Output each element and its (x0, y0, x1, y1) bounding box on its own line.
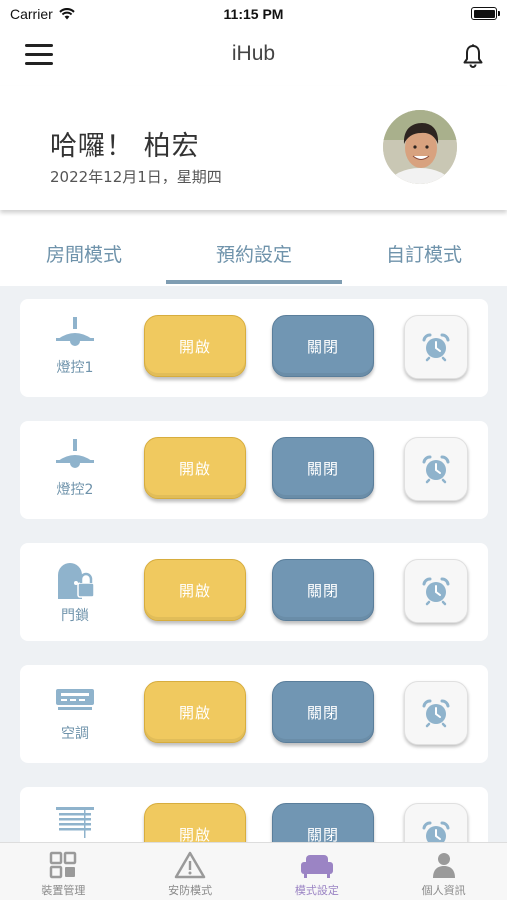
tab-bar: 房間模式 預約設定 自訂模式 (0, 210, 507, 286)
schedule-alarm-button[interactable] (404, 437, 468, 501)
device-grid-icon (50, 851, 77, 879)
schedule-alarm-button[interactable] (404, 315, 468, 379)
device-label: 空調 (61, 726, 89, 742)
greeting-header: 哈囉！ 柏宏 2022年12月1日，星期四 (0, 86, 507, 210)
device-info: 燈控2 (30, 431, 120, 511)
alarm-clock-icon (422, 699, 450, 728)
bottom-tab-label: 個人資訊 (421, 884, 466, 897)
bottom-tab-label: 安防模式 (168, 884, 213, 897)
status-bar: Carrier 11:15 PM (0, 0, 507, 26)
schedule-alarm-button[interactable] (404, 559, 468, 623)
device-info: 空調 (30, 675, 120, 755)
bottom-tab-bar: 裝置管理 安防模式 模式設定 個人資訊 (0, 842, 507, 900)
ceiling-lamp-icon (56, 439, 94, 468)
device-card-curtain: 開啟 關閉 (20, 787, 488, 842)
turn-off-button[interactable]: 關閉 (272, 437, 374, 499)
device-info (30, 797, 120, 842)
turn-off-button[interactable]: 關閉 (272, 681, 374, 743)
tab-custom-mode[interactable]: 自訂模式 (354, 240, 494, 267)
bottom-tab-label: 模式設定 (294, 884, 339, 897)
tab-room-mode[interactable]: 房間模式 (14, 240, 154, 267)
alarm-clock-icon (422, 455, 450, 484)
sofa-icon (300, 855, 333, 878)
alarm-clock-icon (422, 577, 450, 606)
air-conditioner-icon (56, 689, 94, 710)
turn-off-button[interactable]: 關閉 (272, 315, 374, 377)
device-card-light-1: 燈控1 開啟 關閉 (20, 299, 488, 397)
schedule-alarm-button[interactable] (404, 803, 468, 842)
device-schedule-list: 燈控1 開啟 關閉 燈控2 開啟 關閉 門鎖 開啟 關閉 空調 開啟 關閉 開啟… (0, 286, 507, 842)
turn-off-button[interactable]: 關閉 (272, 559, 374, 621)
bottom-tab-device-management[interactable]: 裝置管理 (0, 843, 127, 900)
turn-on-button[interactable]: 開啟 (144, 437, 246, 499)
turn-on-button[interactable]: 開啟 (144, 803, 246, 842)
device-label: 燈控2 (56, 482, 94, 498)
battery-icon (471, 7, 500, 20)
warning-icon (174, 851, 206, 879)
bottom-tab-personal-info[interactable]: 個人資訊 (380, 843, 507, 900)
clock: 11:15 PM (223, 6, 284, 22)
device-info: 燈控1 (30, 309, 120, 389)
device-card-light-2: 燈控2 開啟 關閉 (20, 421, 488, 519)
door-lock-icon (58, 563, 95, 599)
date-text: 2022年12月1日，星期四 (50, 168, 222, 186)
greeting-text: 哈囉！ 柏宏 (50, 131, 200, 162)
schedule-alarm-button[interactable] (404, 681, 468, 745)
turn-off-button[interactable]: 關閉 (272, 803, 374, 842)
turn-on-button[interactable]: 開啟 (144, 559, 246, 621)
bottom-tab-mode-settings[interactable]: 模式設定 (254, 843, 381, 900)
bell-icon[interactable] (461, 43, 485, 69)
device-card-door-lock: 門鎖 開啟 關閉 (20, 543, 488, 641)
curtain-icon (56, 807, 94, 838)
ceiling-lamp-icon (56, 317, 94, 346)
bottom-tab-label: 裝置管理 (41, 884, 86, 897)
tab-schedule-settings[interactable]: 預約設定 (166, 240, 342, 284)
device-card-air-conditioner: 空調 開啟 關閉 (20, 665, 488, 763)
person-icon (432, 853, 455, 878)
app-title: iHub (231, 42, 276, 65)
nav-bar: iHub (0, 26, 507, 86)
device-info: 門鎖 (30, 553, 120, 633)
turn-on-button[interactable]: 開啟 (144, 315, 246, 377)
bottom-tab-security-mode[interactable]: 安防模式 (127, 843, 254, 900)
avatar[interactable] (383, 110, 457, 184)
alarm-clock-icon (422, 333, 450, 362)
device-label: 燈控1 (56, 360, 94, 376)
alarm-clock-icon (422, 821, 450, 842)
turn-on-button[interactable]: 開啟 (144, 681, 246, 743)
device-label: 門鎖 (61, 608, 89, 624)
